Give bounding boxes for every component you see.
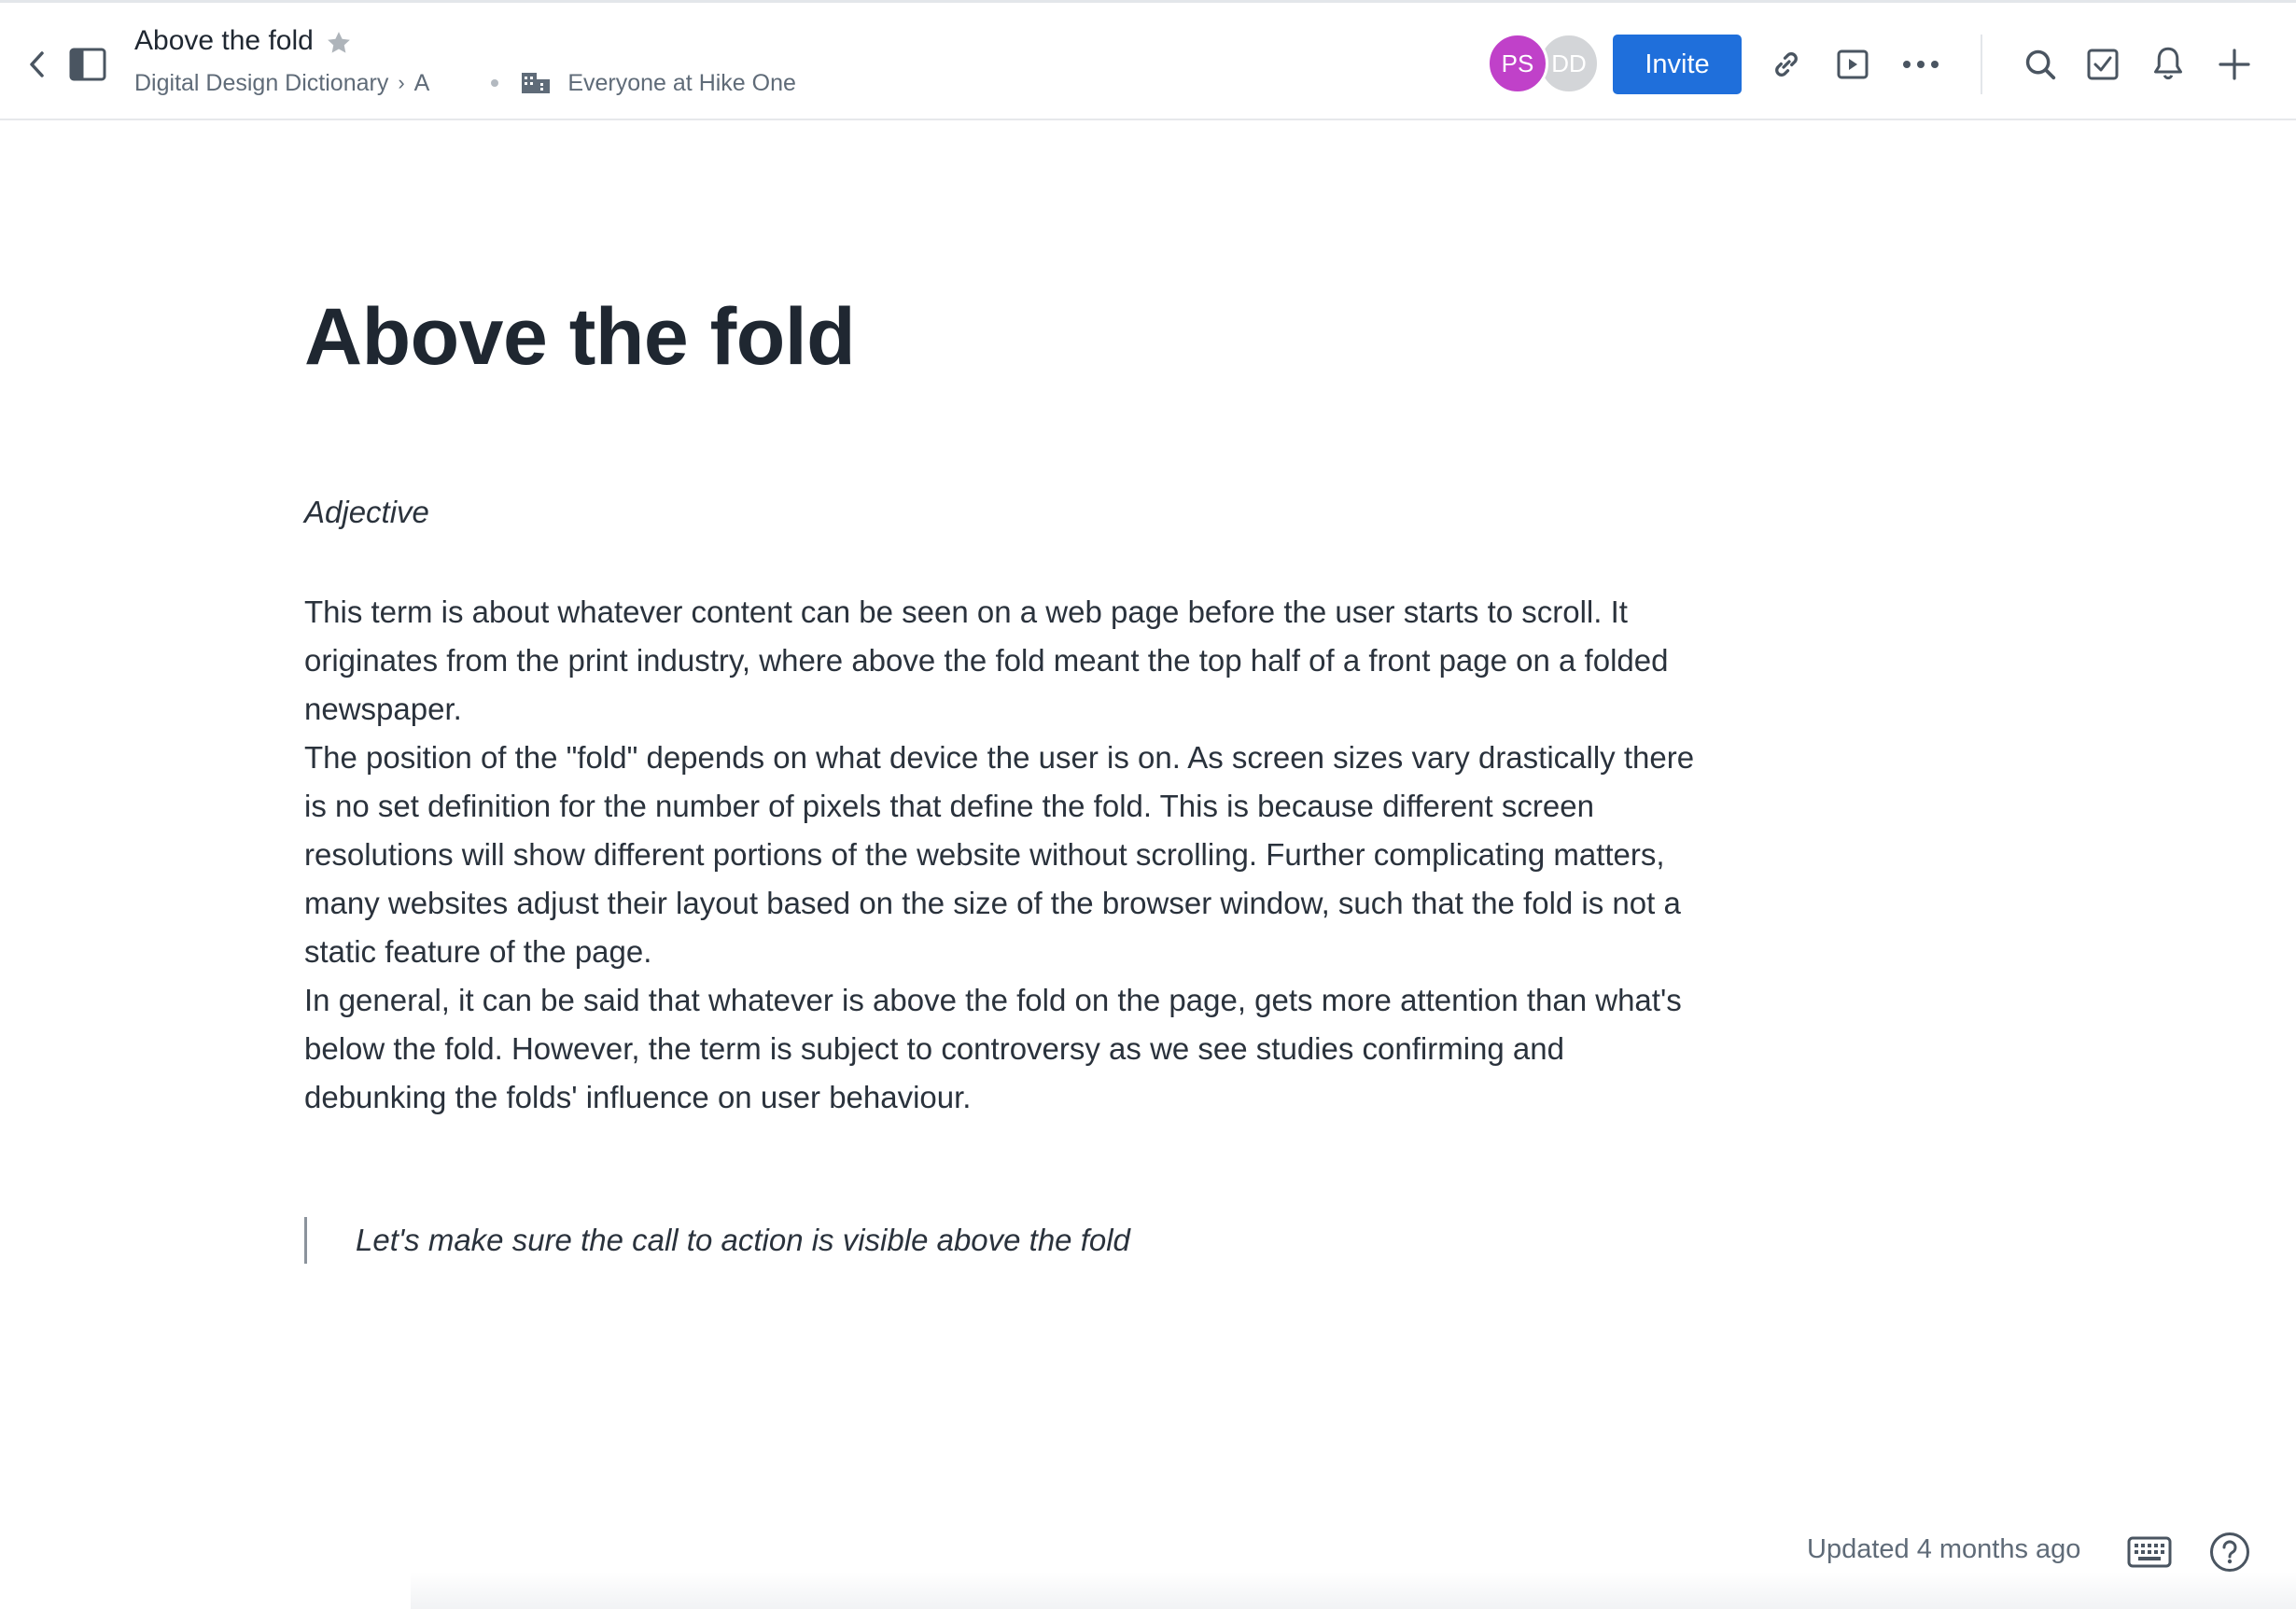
page-title[interactable]: Above the fold [304, 291, 856, 384]
breadcrumb: Digital Design Dictionary › A Everyone a… [134, 66, 796, 100]
breadcrumb-section[interactable]: A [414, 70, 430, 97]
sidebar-toggle-button[interactable] [67, 44, 108, 85]
help-button[interactable] [2208, 1531, 2251, 1574]
avatar-initials: DD [1551, 49, 1587, 77]
sidebar-toggle-icon [69, 48, 106, 81]
search-icon [2025, 49, 2056, 80]
back-button[interactable] [21, 44, 54, 85]
paragraph[interactable]: In general, it can be said that whatever… [304, 976, 1704, 1122]
invite-button[interactable]: Invite [1613, 35, 1742, 94]
paragraph[interactable]: This term is about whatever content can … [304, 588, 1704, 734]
avatar-ps[interactable]: PS [1487, 33, 1548, 94]
help-icon [2210, 1532, 2249, 1572]
breadcrumb-chevron-icon: › [398, 71, 405, 94]
more-options-button[interactable] [1898, 44, 1943, 85]
part-of-speech[interactable]: Adjective [304, 495, 429, 530]
star-icon [328, 32, 350, 53]
breadcrumb-workspace[interactable]: Digital Design Dictionary [134, 70, 388, 97]
tasks-icon [2087, 49, 2119, 80]
copy-link-button[interactable] [1766, 44, 1807, 85]
keyboard-icon [2127, 1536, 2172, 1568]
top-bar: Above the fold Digital Design Dictionary… [0, 0, 2296, 120]
doc-title[interactable]: Above the fold [134, 25, 314, 57]
toolbar-divider [1981, 35, 1982, 94]
paragraph[interactable]: The position of the "fold" depends on wh… [304, 734, 1704, 976]
present-icon [1837, 49, 1869, 79]
sharing-scope[interactable]: Everyone at Hike One [567, 70, 796, 97]
avatar-initials: PS [1501, 49, 1534, 77]
keyboard-shortcuts-button[interactable] [2126, 1532, 2173, 1572]
updated-timestamp[interactable]: Updated 4 months ago [1807, 1534, 2080, 1565]
more-icon [1903, 61, 1939, 68]
add-button[interactable] [2214, 44, 2255, 85]
definition-text[interactable]: This term is about whatever content can … [304, 588, 1704, 1122]
favorite-button[interactable] [323, 27, 355, 59]
link-icon [1775, 52, 1798, 77]
separator-dot [491, 79, 499, 87]
search-button[interactable] [2020, 44, 2061, 85]
example-quote[interactable]: Let's make sure the call to action is vi… [304, 1217, 1130, 1264]
notifications-button[interactable] [2148, 42, 2189, 85]
organization-icon [522, 73, 551, 93]
bottom-shadow [411, 1572, 2296, 1609]
present-button[interactable] [1832, 44, 1873, 85]
tasks-button[interactable] [2082, 44, 2123, 85]
back-icon [30, 51, 44, 77]
notifications-icon [2154, 47, 2182, 80]
add-icon [2219, 49, 2250, 80]
